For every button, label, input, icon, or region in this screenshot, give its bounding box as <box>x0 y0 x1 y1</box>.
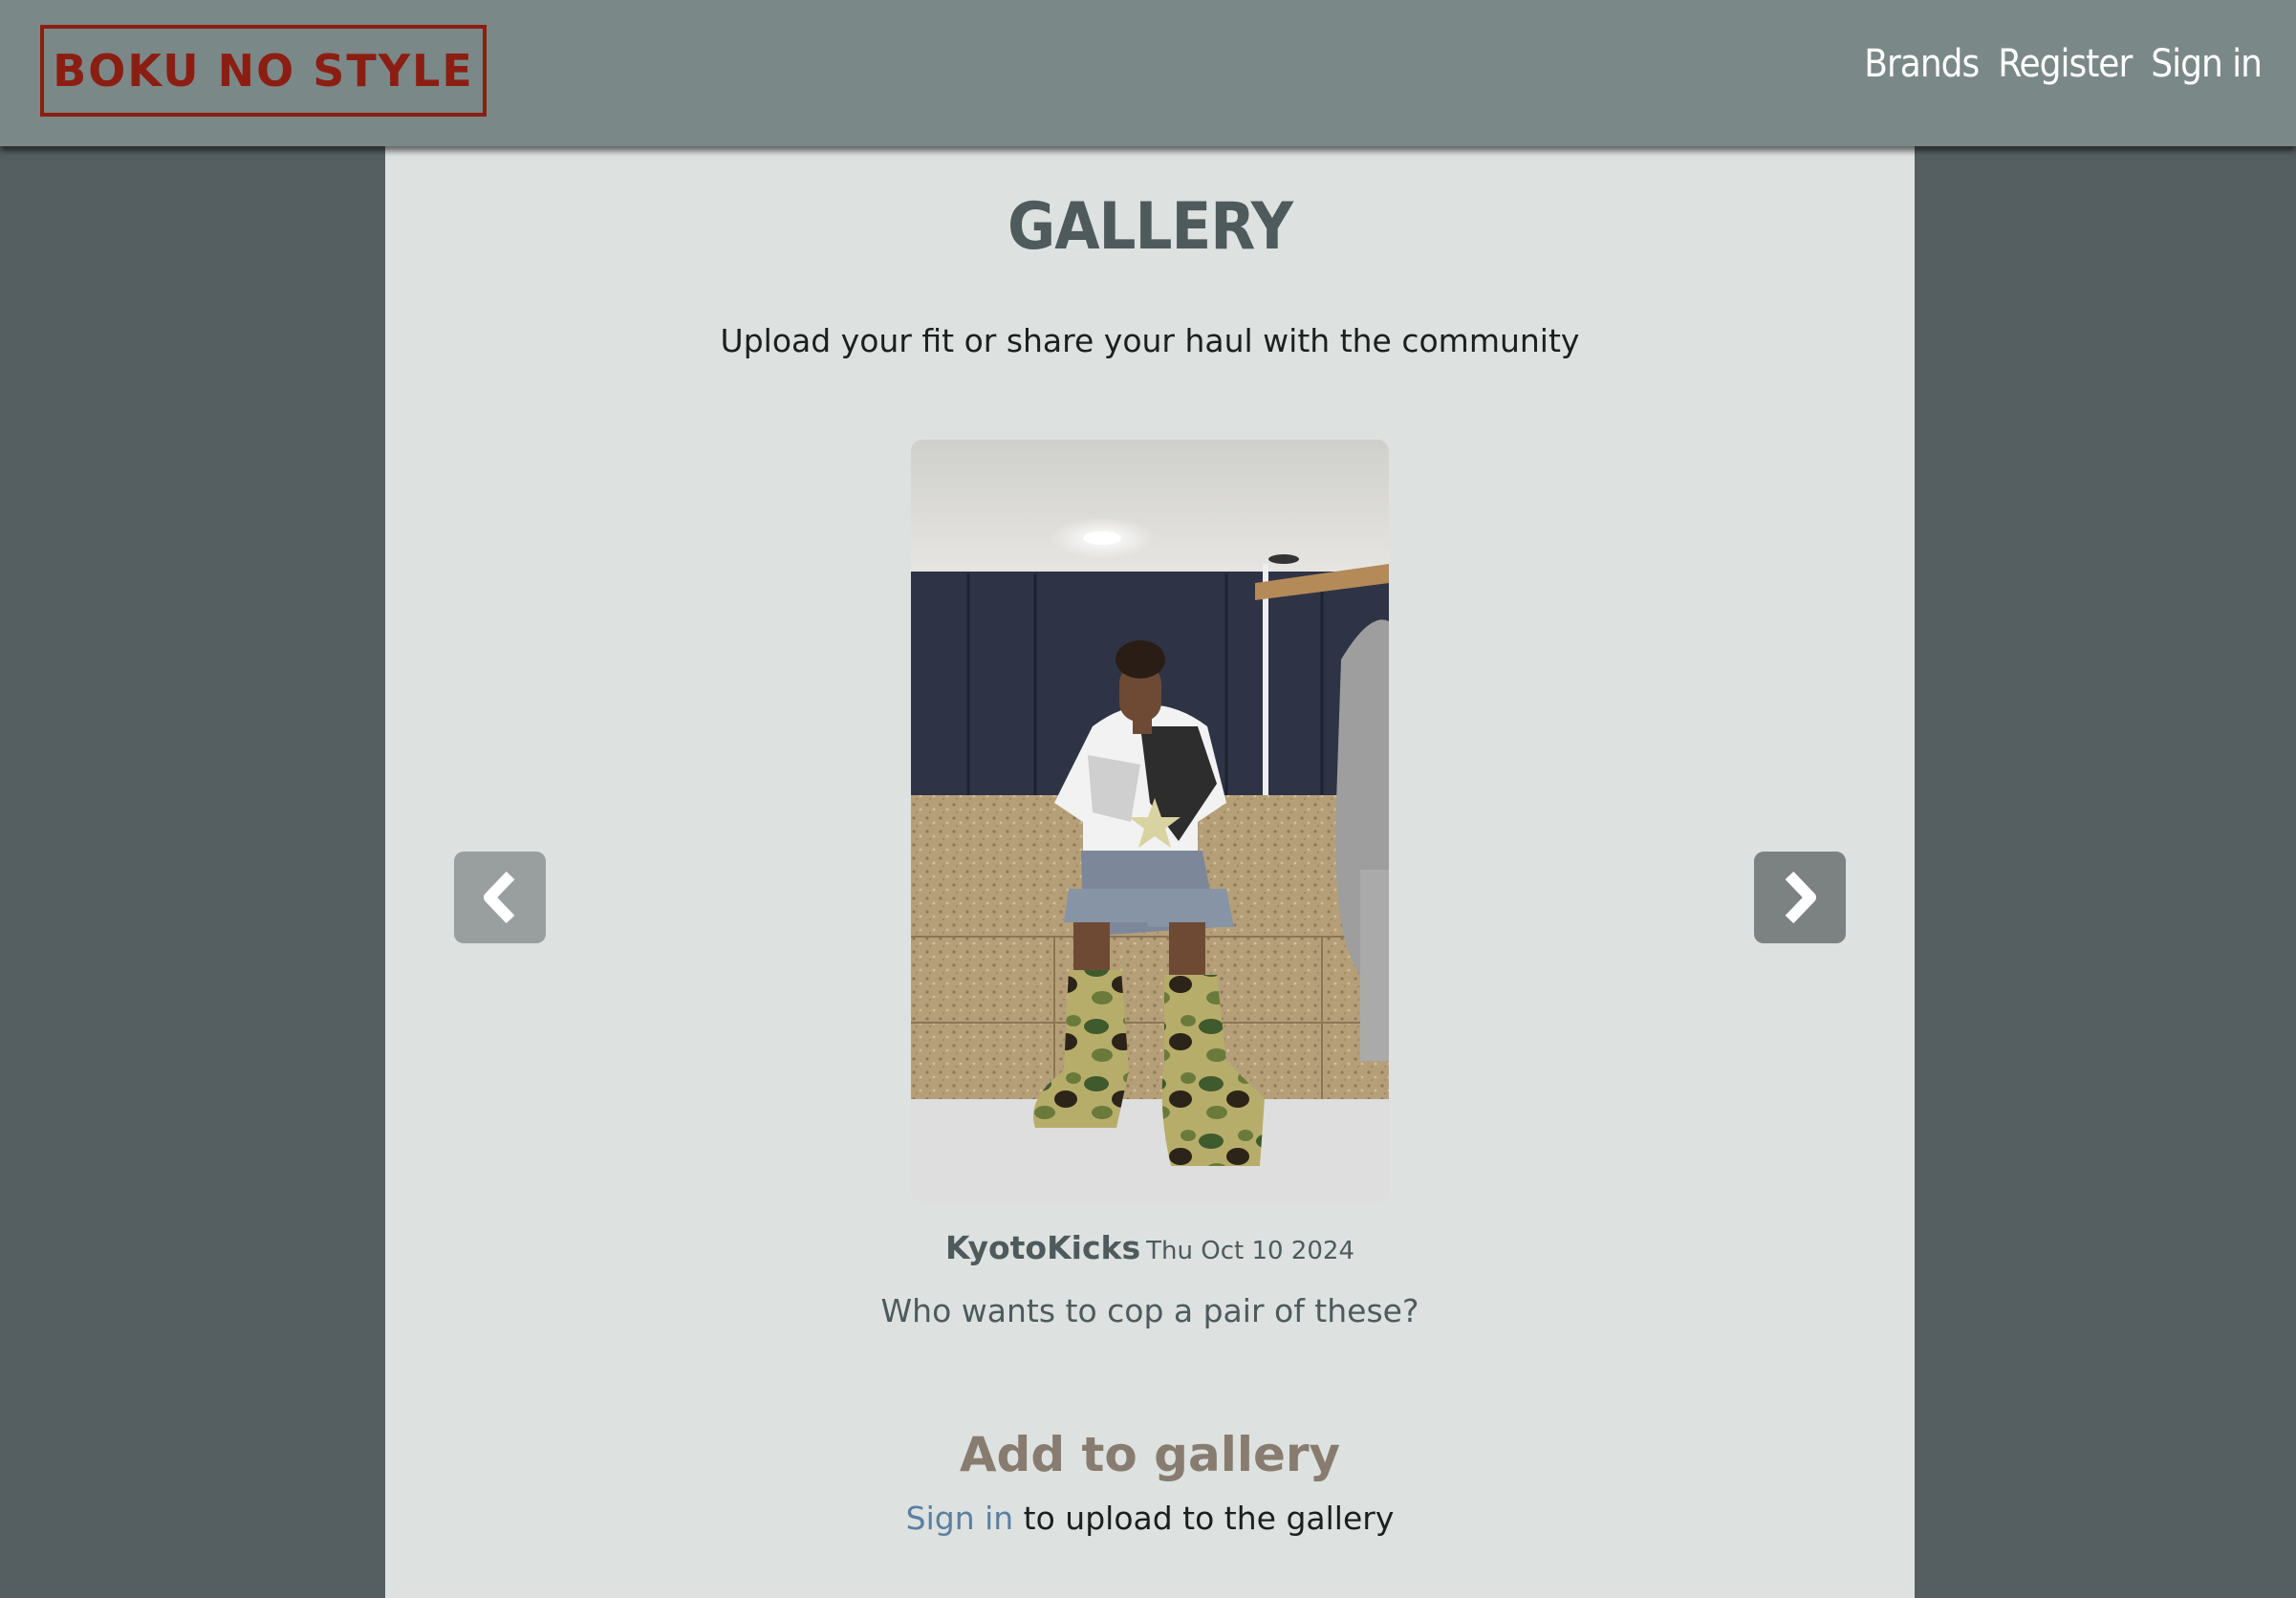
post-username: KyotoKicks <box>945 1229 1141 1266</box>
brand-logo[interactable]: BOKU NO STYLE <box>40 25 487 117</box>
signin-prompt-text: to upload to the gallery <box>1013 1500 1395 1537</box>
gallery-photo-image <box>911 440 1389 1202</box>
gallery-photo[interactable] <box>911 440 1389 1202</box>
signin-prompt: Sign in to upload to the gallery <box>385 1500 1915 1537</box>
nav-register-link[interactable]: Register <box>1998 42 2133 86</box>
nav-links: Brands Register Sign in <box>1864 42 2263 86</box>
chevron-right-icon <box>1785 871 1816 924</box>
navbar: BOKU NO STYLE Brands Register Sign in <box>0 0 2296 146</box>
page-title: GALLERY <box>1007 189 1293 265</box>
add-to-gallery-heading: Add to gallery <box>959 1427 1341 1482</box>
main-content: GALLERY Upload your fit or share your ha… <box>385 146 1915 1598</box>
nav-signin-link[interactable]: Sign in <box>2151 42 2263 86</box>
signin-link[interactable]: Sign in <box>906 1500 1014 1537</box>
page-subtitle: Upload your fit or share your haul with … <box>720 322 1580 359</box>
carousel-next-button[interactable] <box>1754 852 1846 943</box>
nav-brands-link[interactable]: Brands <box>1864 42 1980 86</box>
post-meta: KyotoKicks Thu Oct 10 2024 <box>385 1229 1915 1266</box>
chevron-left-icon <box>484 871 515 924</box>
post-caption: Who wants to cop a pair of these? <box>880 1292 1419 1329</box>
carousel-prev-button[interactable] <box>454 852 546 943</box>
post-date: Thu Oct 10 2024 <box>1146 1237 1354 1265</box>
